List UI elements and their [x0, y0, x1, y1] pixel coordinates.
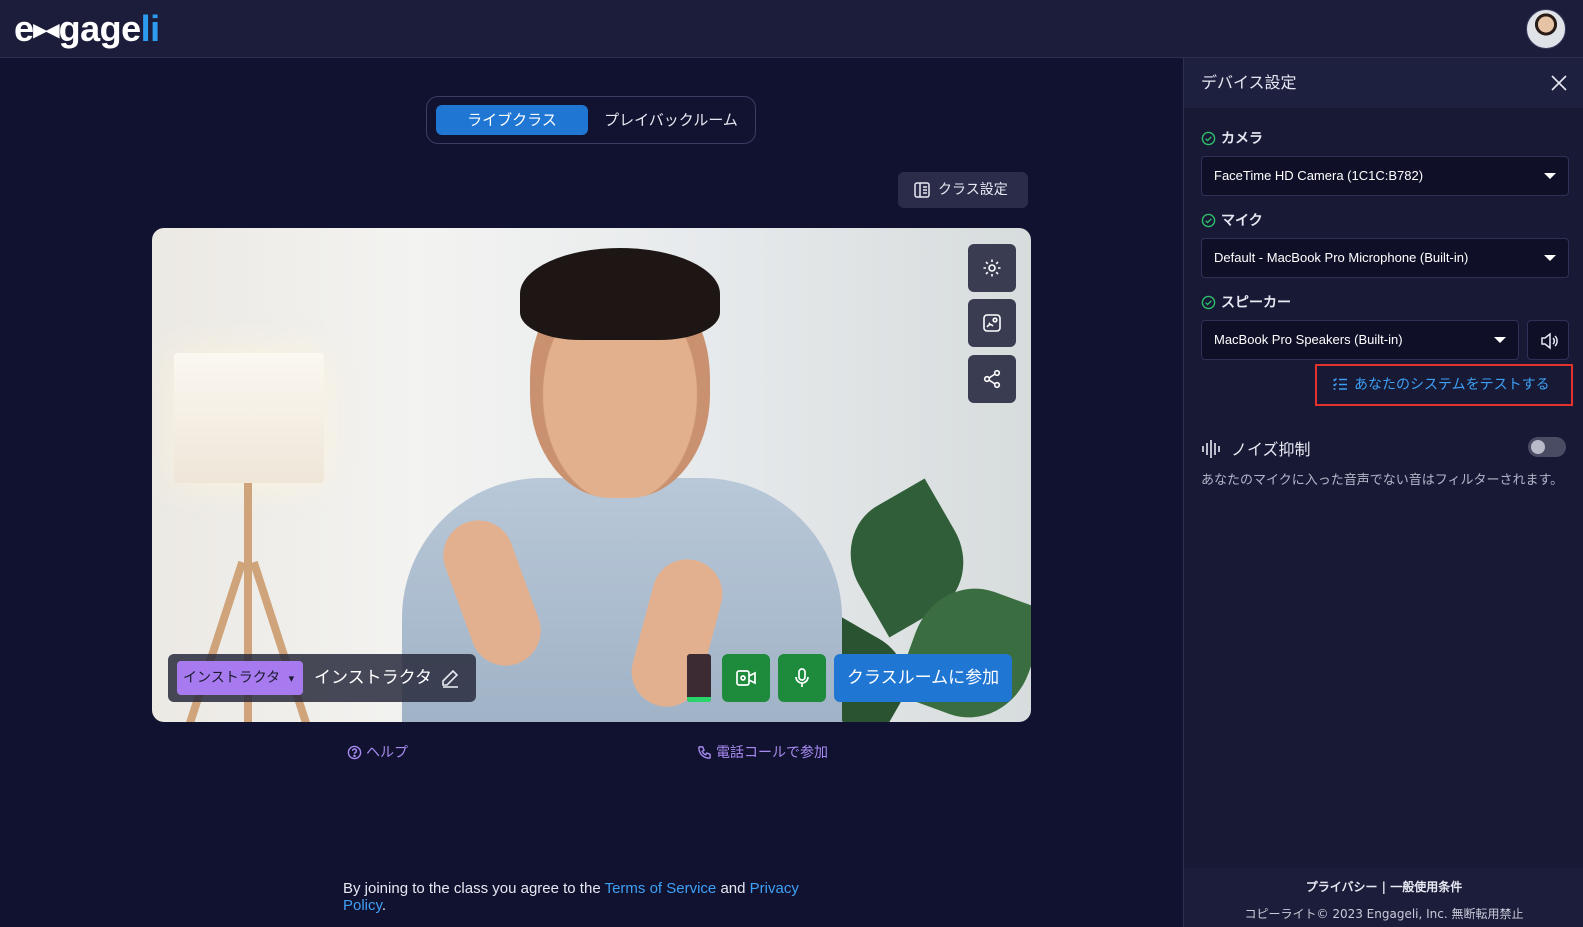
test-system-link[interactable]: あなたのシステムをテストする [1315, 364, 1573, 406]
agreement-prefix: By joining to the class you agree to the [343, 880, 601, 897]
camera-select[interactable]: FaceTime HD Camera (1C1C:B782) [1201, 156, 1569, 196]
help-circle-icon [347, 745, 362, 760]
video-settings-button[interactable] [968, 244, 1016, 292]
tab-playback-room[interactable]: プレイバックルーム [595, 105, 747, 135]
agreement-and: and [720, 880, 746, 897]
help-label: ヘルプ [366, 745, 408, 761]
class-settings-label: クラス設定 [938, 182, 1008, 198]
agreement-suffix: . [381, 897, 387, 914]
speaker-select[interactable]: MacBook Pro Speakers (Built-in) [1201, 320, 1519, 360]
speaker-test-button[interactable] [1527, 320, 1569, 360]
microphone-icon [795, 668, 809, 687]
camera-label: カメラ [1221, 131, 1263, 147]
role-label: インストラクタ [183, 670, 281, 686]
speaker-label: スピーカー [1221, 295, 1291, 311]
tab-live-class[interactable]: ライブクラス [436, 105, 588, 135]
class-settings-icon [914, 182, 930, 198]
noise-suppression-label: ノイズ抑制 [1231, 440, 1311, 459]
user-avatar[interactable] [1526, 9, 1566, 49]
panel-body: カメラ FaceTime HD Camera (1C1C:B782) マイク D… [1184, 108, 1583, 868]
share-icon [983, 369, 1001, 389]
noise-suppression-toggle[interactable] [1528, 437, 1566, 457]
device-settings-panel: デバイス設定 カメラ FaceTime HD Camera (1C1C:B782… [1183, 58, 1583, 927]
chevron-down-icon: ▾ [288, 672, 295, 685]
noise-suppression-title: ノイズ抑制 [1201, 436, 1311, 460]
terms-of-service-link[interactable]: Terms of Service [605, 880, 717, 897]
share-button[interactable] [968, 355, 1016, 403]
pencil-icon[interactable] [440, 668, 460, 688]
check-circle-icon [1201, 295, 1216, 310]
mic-label: マイク [1221, 213, 1263, 229]
phone-join-label: 電話コールで参加 [716, 745, 828, 761]
speaker-value: MacBook Pro Speakers (Built-in) [1214, 332, 1403, 347]
test-system-label: あなたのシステムをテストする [1354, 377, 1550, 393]
background-lamp [174, 353, 324, 483]
footer-separator: | [1381, 880, 1387, 894]
terms-link[interactable]: 一般使用条件 [1390, 880, 1462, 894]
mic-select[interactable]: Default - MacBook Pro Microphone (Built-… [1201, 238, 1569, 278]
phone-join-link[interactable]: 電話コールで参加 [697, 742, 828, 762]
check-circle-icon [1201, 213, 1216, 228]
mic-value: Default - MacBook Pro Microphone (Built-… [1214, 250, 1469, 265]
camera-value: FaceTime HD Camera (1C1C:B782) [1214, 168, 1424, 183]
display-name: インストラクタ [314, 668, 432, 688]
logo-text-2: gage [58, 8, 142, 49]
check-circle-icon [1201, 131, 1216, 146]
camera-toggle-button[interactable] [722, 654, 770, 702]
panel-header: デバイス設定 [1184, 58, 1583, 108]
mic-level-fill [687, 697, 711, 702]
speaker-field-label: スピーカー [1201, 292, 1291, 312]
logo-text-3: li [140, 8, 161, 49]
phone-icon [698, 746, 711, 759]
copyright-text: コピーライト© 2023 Engageli, Inc. 無断転用禁止 [1244, 907, 1524, 921]
toggle-knob [1531, 440, 1545, 454]
engageli-logo[interactable]: e▸◂gageli [14, 8, 160, 50]
help-link[interactable]: ヘルプ [347, 742, 408, 762]
class-settings-button[interactable]: クラス設定 [898, 172, 1028, 208]
image-effects-icon [983, 314, 1001, 332]
join-classroom-button[interactable]: クラスルームに参加 [834, 654, 1012, 702]
checklist-icon [1332, 377, 1347, 390]
logo-text-1: e [14, 8, 34, 49]
close-icon[interactable] [1549, 73, 1569, 93]
chevron-down-icon [1544, 173, 1556, 179]
person-hair [520, 248, 720, 340]
camera-preview: インストラクタ ▾ インストラクタ クラスルームに参加 [152, 228, 1031, 722]
mode-toggle: ライブクラス プレイバックルーム [426, 96, 756, 144]
mic-field-label: マイク [1201, 210, 1263, 230]
chevron-down-icon [1494, 337, 1506, 343]
logo-mark: ▸◂ [33, 14, 60, 44]
role-dropdown[interactable]: インストラクタ ▾ [177, 661, 303, 695]
mic-toggle-button[interactable] [778, 654, 826, 702]
chevron-down-icon [1544, 255, 1556, 261]
audio-wave-icon [1202, 440, 1220, 458]
camera-field-label: カメラ [1201, 128, 1263, 148]
privacy-link[interactable]: プライバシー [1306, 880, 1378, 894]
background-effects-button[interactable] [968, 299, 1016, 347]
participant-name-bar: インストラクタ ▾ インストラクタ [168, 654, 476, 702]
noise-suppression-description: あなたのマイクに入った音声でない音はフィルターされます。 [1201, 473, 1564, 488]
terms-agreement: By joining to the class you agree to the… [343, 880, 843, 914]
top-bar: e▸◂gageli [0, 0, 1583, 58]
panel-footer: プライバシー | 一般使用条件 コピーライト© 2023 Engageli, I… [1184, 868, 1583, 927]
footer-links: プライバシー | 一般使用条件 [1184, 878, 1583, 895]
panel-title: デバイス設定 [1201, 73, 1297, 92]
gear-icon [983, 259, 1001, 277]
video-camera-icon [736, 670, 756, 686]
speaker-icon [1541, 332, 1558, 350]
mic-level-meter [687, 654, 711, 702]
